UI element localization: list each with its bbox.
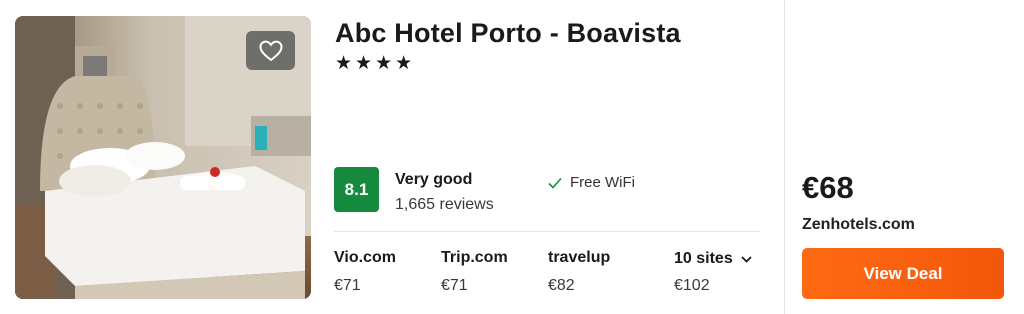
site-name: Trip.com (441, 249, 508, 266)
more-sites-toggle[interactable]: 10 sites (674, 250, 752, 268)
site-price: €71 (441, 277, 468, 294)
site-offer-travelup[interactable]: travelup €82 (548, 249, 610, 295)
site-price: €82 (548, 277, 575, 294)
chevron-down-icon (741, 255, 752, 263)
check-icon (548, 177, 562, 189)
hotel-stars: ★★★★ (335, 53, 416, 74)
hotel-photo[interactable] (15, 16, 311, 299)
site-price: €71 (334, 277, 361, 294)
rating-score-badge: 8.1 (334, 167, 379, 212)
divider (334, 231, 760, 232)
amenity-label: Free WiFi (570, 174, 635, 191)
more-sites-dropdown[interactable]: 10 sites €102 (674, 250, 752, 295)
more-sites-price: €102 (674, 277, 710, 294)
site-name: Vio.com (334, 249, 396, 266)
more-sites-label: 10 sites (674, 250, 733, 267)
best-price-provider: Zenhotels.com (802, 216, 915, 233)
column-divider (784, 0, 785, 314)
best-price[interactable]: €68 (802, 170, 854, 206)
favorite-button[interactable] (246, 31, 295, 70)
site-offer-vio[interactable]: Vio.com €71 (334, 249, 396, 295)
review-count[interactable]: 1,665 reviews (395, 196, 494, 214)
hotel-name[interactable]: Abc Hotel Porto - Boavista (335, 18, 681, 49)
site-offer-trip[interactable]: Trip.com €71 (441, 249, 508, 295)
site-name: travelup (548, 249, 611, 266)
hotel-result-card: Abc Hotel Porto - Boavista ★★★★ 8.1 Very… (0, 0, 1024, 314)
rating-label: Very good (395, 171, 473, 188)
amenity-free-wifi: Free WiFi (548, 174, 635, 191)
heart-outline-icon (258, 40, 283, 61)
view-deal-button[interactable]: View Deal (802, 248, 1004, 299)
